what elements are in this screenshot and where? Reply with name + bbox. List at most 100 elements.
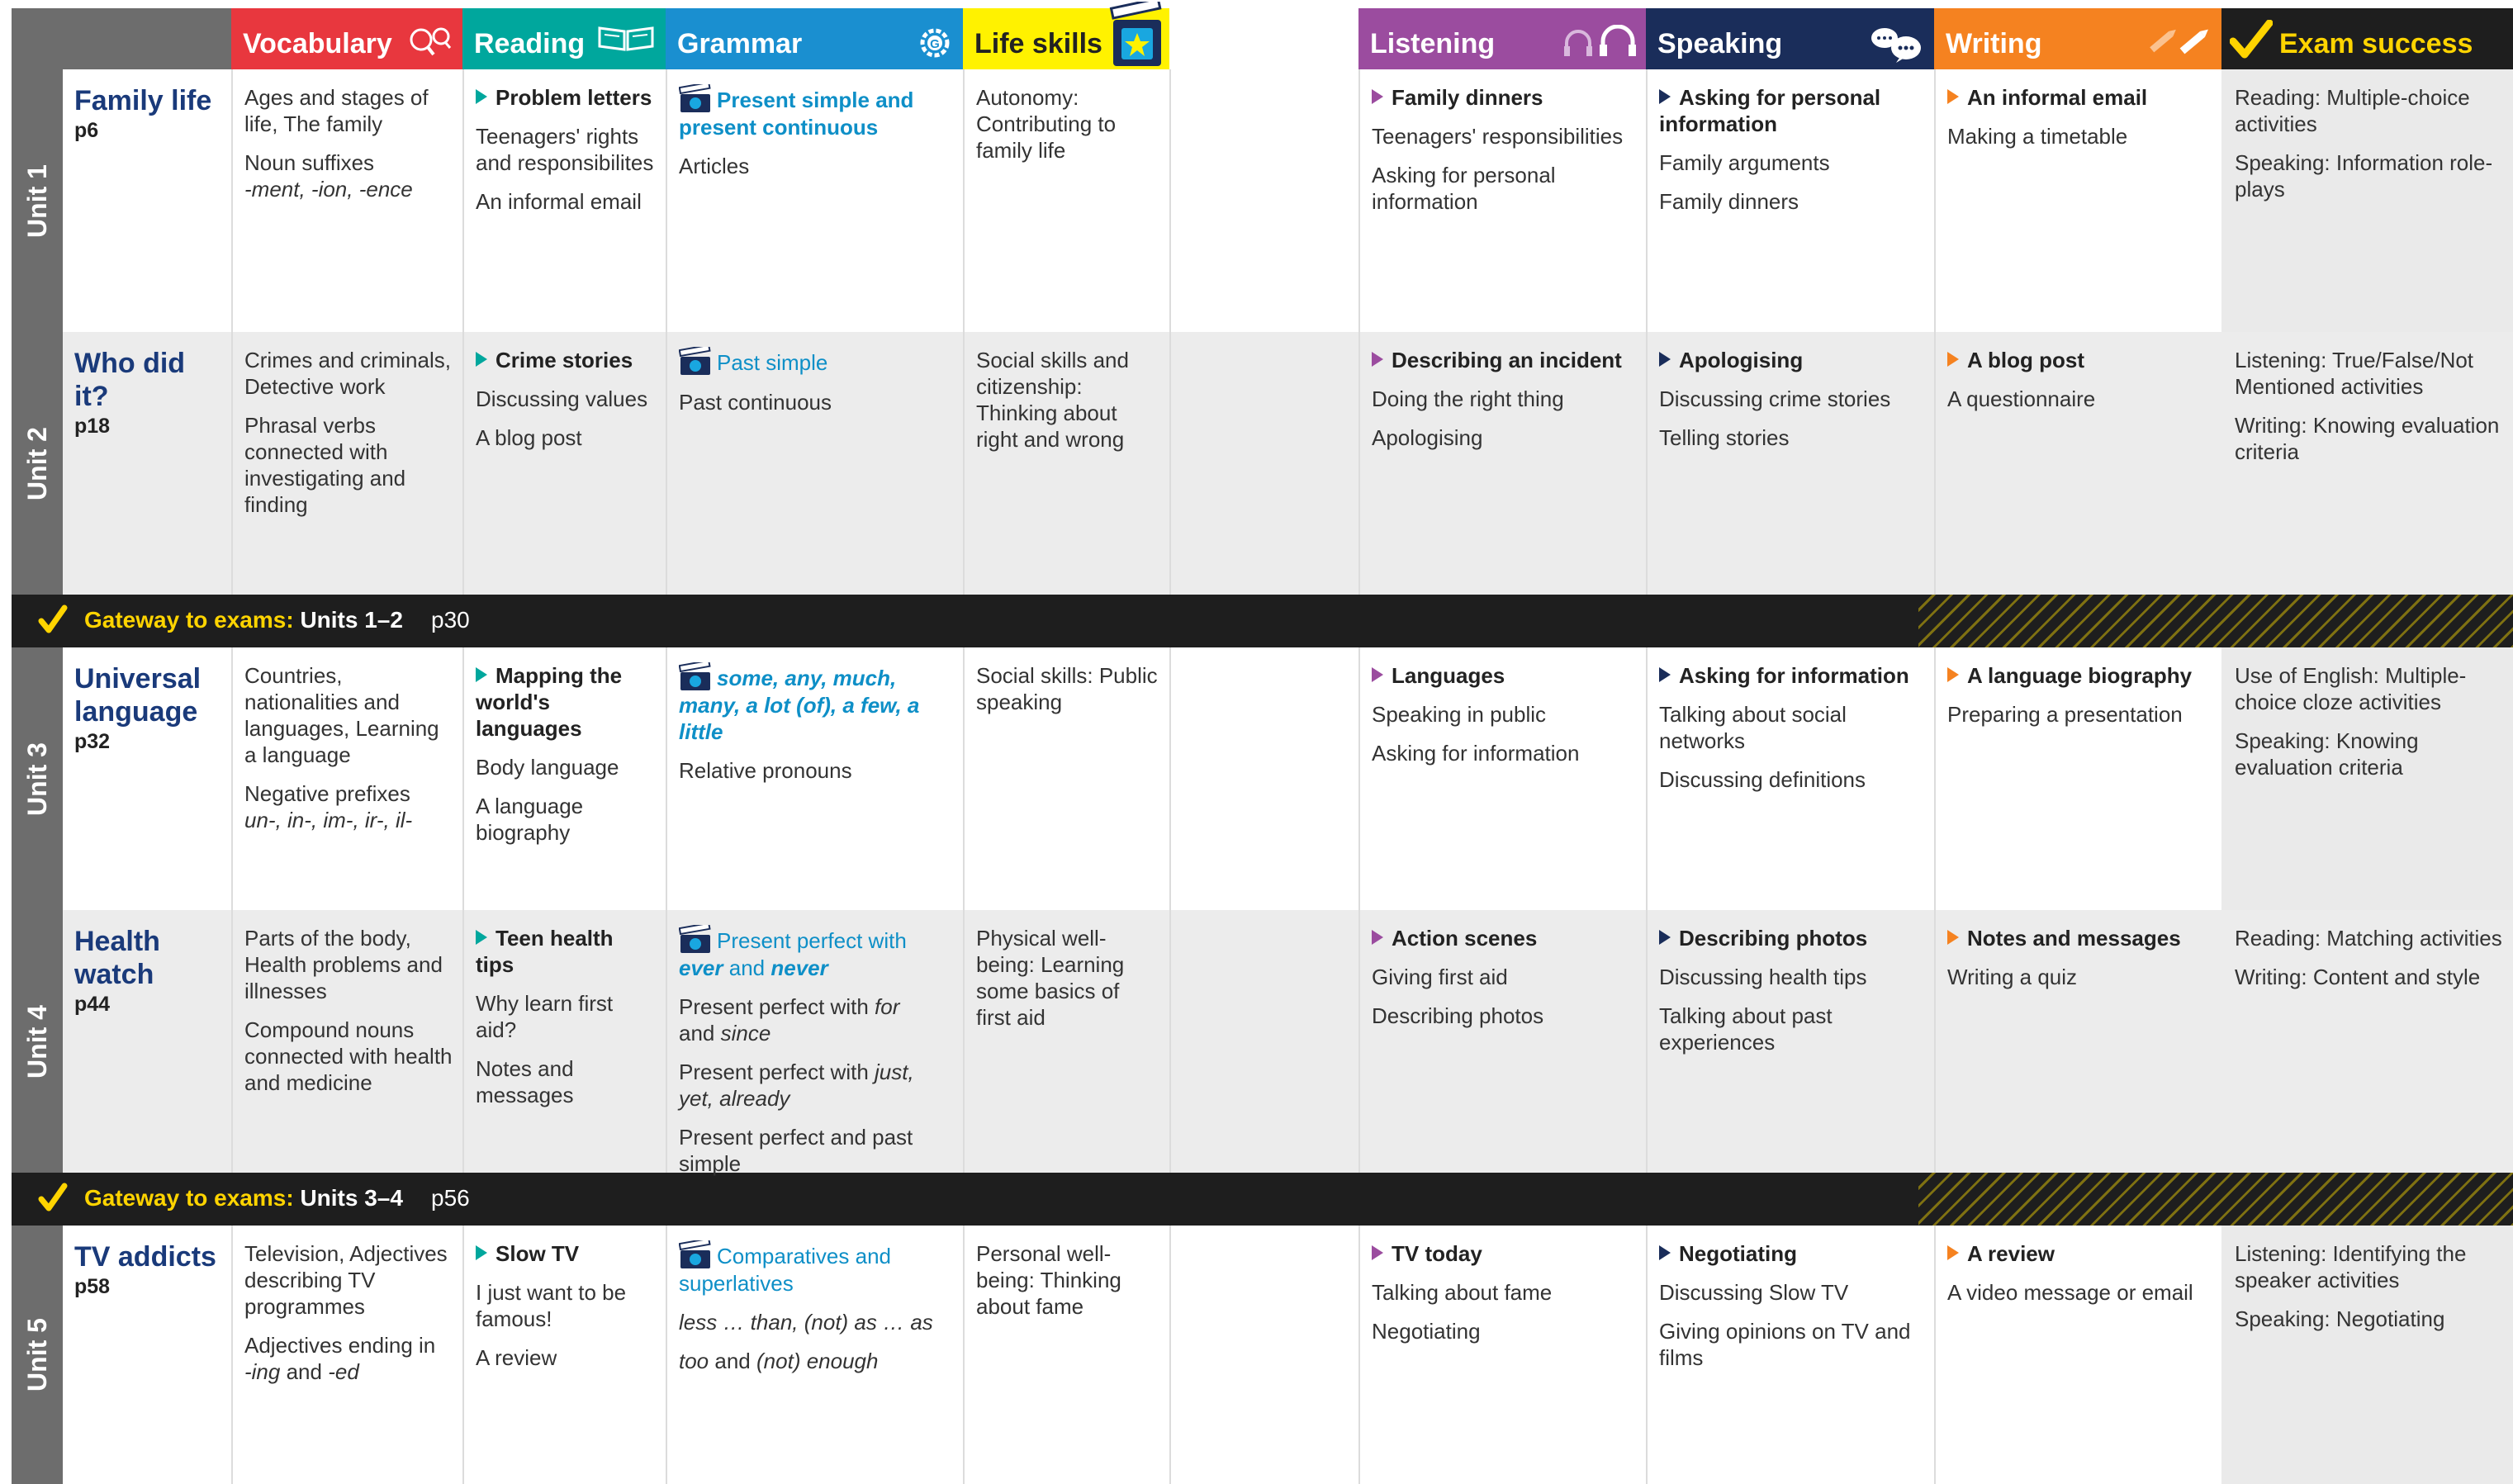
unit-2-title-cell: Who did it? p18 bbox=[63, 332, 231, 439]
writing-item: Writing a quiz bbox=[1947, 965, 2078, 989]
unit-1-vocabulary: Ages and stages of life, The family Noun… bbox=[233, 69, 462, 215]
reading-item: Teenagers' rights and responsibilites bbox=[476, 124, 654, 175]
grammar-item: less … than, (not) as … as bbox=[679, 1310, 933, 1335]
grammar-item: some, any, much, many, a lot (of), a few… bbox=[679, 666, 920, 744]
hatch-pattern bbox=[1918, 1173, 2513, 1226]
grammar-item: and bbox=[714, 1349, 751, 1373]
reading-item: Mapping the world's languages bbox=[476, 663, 623, 741]
writing-item: An informal email bbox=[1967, 85, 2148, 110]
vocab-item: Phrasal verbs connected with investigati… bbox=[244, 413, 406, 517]
play-triangle-icon bbox=[1947, 89, 1959, 104]
play-triangle-icon bbox=[1659, 930, 1671, 945]
speaking-item: Discussing definitions bbox=[1659, 767, 1866, 792]
unit-1-reading: Problem letters Teenagers' rights and re… bbox=[464, 69, 666, 227]
unit-4-writing: Notes and messages Writing a quiz bbox=[1936, 910, 2221, 1003]
svg-text:G: G bbox=[930, 37, 940, 51]
unit-4-grammar: Present perfect with ever and never Prese… bbox=[667, 910, 963, 1189]
speaking-item: Discussing Slow TV bbox=[1659, 1280, 1849, 1305]
header-writing: Writing bbox=[1934, 8, 2221, 69]
unit-3-speaking: Asking for information Talking about soc… bbox=[1648, 647, 1934, 805]
unit-page: p32 bbox=[74, 730, 111, 753]
play-triangle-icon bbox=[1372, 667, 1383, 682]
listening-item: Speaking in public bbox=[1372, 702, 1547, 727]
writing-item: A language biography bbox=[1967, 663, 2193, 688]
unit-5-reading: Slow TV I just want to be famous! A revi… bbox=[464, 1226, 666, 1383]
play-triangle-icon bbox=[476, 89, 487, 104]
unit-3-listening: Languages Speaking in public Asking for … bbox=[1360, 647, 1646, 779]
unit-2-writing: A blog post A questionnaire bbox=[1936, 332, 2221, 424]
unit-title: TV addicts bbox=[74, 1241, 216, 1273]
play-triangle-icon bbox=[476, 667, 487, 682]
play-triangle-icon bbox=[1947, 352, 1959, 367]
unit-5-title-cell: TV addicts p58 bbox=[63, 1226, 231, 1300]
vocab-item: Crimes and criminals, Detective work bbox=[244, 348, 451, 399]
speaking-item: Discussing health tips bbox=[1659, 965, 1867, 989]
pencils-icon bbox=[2146, 25, 2212, 65]
play-triangle-icon bbox=[1659, 89, 1671, 104]
grammar-item: and bbox=[728, 955, 766, 980]
vocab-item: Negative prefixes bbox=[244, 781, 410, 806]
grammar-item: for bbox=[875, 994, 900, 1019]
unit-5-grammar: Comparatives and superlatives less … tha… bbox=[667, 1226, 963, 1387]
vocab-item: Adjectives ending in bbox=[244, 1333, 436, 1358]
reading-item: Slow TV bbox=[495, 1241, 580, 1266]
unit-5-writing: A review A video message or email bbox=[1936, 1226, 2221, 1318]
unit-1-life-skills: Autonomy: Contributing to family life bbox=[965, 69, 1169, 176]
speaking-item: Talking about social networks bbox=[1659, 702, 1847, 753]
grammar-item: too bbox=[679, 1349, 709, 1373]
gateway-page: p30 bbox=[431, 607, 470, 633]
speaking-item: Discussing crime stories bbox=[1659, 386, 1891, 411]
unit-label-3: Unit 3 bbox=[21, 742, 52, 816]
play-triangle-icon bbox=[1947, 930, 1959, 945]
unit-label-1: Unit 1 bbox=[21, 164, 52, 238]
life-skills-item: Social skills and citizenship: Thinking … bbox=[976, 348, 1129, 452]
listening-item: Family dinners bbox=[1392, 85, 1543, 110]
unit-1-listening: Family dinners Teenagers' responsibiliti… bbox=[1360, 69, 1646, 227]
header-vocabulary: Vocabulary bbox=[231, 8, 462, 69]
gateway-bar-1: Gateway to exams: Units 1–2 p30 bbox=[12, 595, 2513, 647]
grammar-item: Past simple bbox=[717, 350, 828, 375]
play-triangle-icon bbox=[1659, 667, 1671, 682]
listening-item: TV today bbox=[1392, 1241, 1482, 1266]
reading-item: Body language bbox=[476, 755, 619, 780]
header-writing-label: Writing bbox=[1946, 28, 2042, 59]
unit-4-life-skills: Physical well-being: Learning some basic… bbox=[965, 910, 1169, 1043]
speaking-item: Giving opinions on TV and films bbox=[1659, 1319, 1911, 1370]
unit-3-grammar: some, any, much, many, a lot (of), a few… bbox=[667, 647, 963, 796]
writing-item: A blog post bbox=[1967, 348, 2085, 372]
unit-label-4: Unit 4 bbox=[21, 1004, 52, 1079]
gateway-bar-2: Gateway to exams: Units 3–4 p56 bbox=[12, 1173, 2513, 1226]
unit-page: p6 bbox=[74, 119, 99, 142]
gateway-units: Units 1–2 bbox=[300, 607, 403, 633]
reading-item: Teen health tips bbox=[476, 926, 614, 977]
exam-item: Speaking: Information role-plays bbox=[2235, 150, 2493, 202]
reading-item: Discussing values bbox=[476, 386, 648, 411]
listening-item: Teenagers' responsibilities bbox=[1372, 124, 1624, 149]
life-skills-item: Physical well-being: Learning some basic… bbox=[976, 926, 1125, 1030]
listening-item: Describing an incident bbox=[1392, 348, 1622, 372]
unit-title: Family life bbox=[74, 85, 212, 116]
grammar-item: Present perfect with bbox=[679, 1060, 869, 1084]
play-triangle-icon bbox=[1372, 1245, 1383, 1260]
listening-item: Apologising bbox=[1372, 425, 1483, 450]
life-skills-item: Social skills: Public speaking bbox=[976, 663, 1158, 714]
unit-title: Who did it? bbox=[74, 348, 186, 412]
grammar-item: Relative pronouns bbox=[679, 758, 852, 783]
unit-5-listening: TV today Talking about fame Negotiating bbox=[1360, 1226, 1646, 1357]
listening-item: Asking for information bbox=[1372, 741, 1580, 766]
vocab-item: -ing bbox=[244, 1359, 281, 1384]
unit-2-speaking: Apologising Discussing crime stories Tel… bbox=[1648, 332, 1934, 463]
speaking-item: Telling stories bbox=[1659, 425, 1790, 450]
vocab-item: Countries, nationalities and languages, … bbox=[244, 663, 439, 767]
play-triangle-icon bbox=[476, 352, 487, 367]
unit-5-vocabulary: Television, Adjectives describing TV pro… bbox=[233, 1226, 462, 1397]
header-blank bbox=[12, 8, 231, 69]
writing-item: A video message or email bbox=[1947, 1280, 2193, 1305]
unit-2-listening: Describing an incident Doing the right t… bbox=[1360, 332, 1646, 463]
reading-item: An informal email bbox=[476, 189, 642, 214]
unit-2-grammar: Past simple Past continuous bbox=[667, 332, 963, 428]
listening-item: Asking for personal information bbox=[1372, 163, 1556, 214]
vocab-item: and bbox=[286, 1359, 322, 1384]
header-speaking: Speaking bbox=[1646, 8, 1934, 69]
checkmark-icon bbox=[2229, 19, 2274, 67]
